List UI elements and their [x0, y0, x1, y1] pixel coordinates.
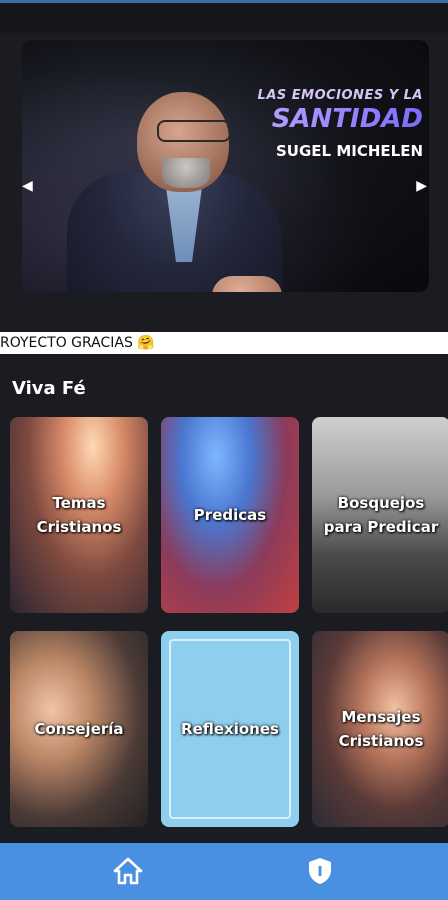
banner-title-line2: SANTIDAD — [271, 104, 423, 134]
shield-icon — [309, 858, 331, 884]
banner-speaker: SUGEL MICHELEN — [276, 142, 423, 160]
bottom-navigation — [0, 843, 448, 900]
tile-predicas[interactable]: Predicas — [161, 417, 299, 613]
speaker-photo-glasses — [157, 120, 231, 142]
banner-title-line1: LAS EMOCIONES Y LA — [257, 88, 423, 103]
nav-home-button[interactable] — [106, 851, 150, 891]
nav-shield-button[interactable] — [298, 851, 342, 891]
tile-label: Reflexiones — [181, 720, 279, 738]
home-icon — [113, 857, 143, 885]
tile-label: Bosquejos para Predicar — [323, 494, 439, 536]
tile-label: Mensajes Cristianos — [338, 708, 424, 750]
tile-label: Temas Cristianos — [36, 494, 122, 536]
tile-label: Predicas — [193, 506, 267, 524]
tile-mensajes-cristianos[interactable]: Mensajes Cristianos — [312, 631, 448, 827]
triangle-right-icon[interactable]: ▶ — [416, 178, 427, 194]
banner-carousel[interactable]: LAS EMOCIONES Y LA SANTIDAD SUGEL MICHEL… — [22, 40, 429, 292]
section-title: Viva Fé — [12, 378, 86, 399]
speaker-photo-beard — [162, 158, 210, 188]
triangle-left-icon[interactable]: ◀ — [22, 178, 33, 194]
tile-temas-cristianos[interactable]: Temas Cristianos — [10, 417, 148, 613]
marquee-text: ROYECTO GRACIAS 🤗 — [0, 332, 448, 354]
top-bar — [0, 3, 448, 33]
tile-reflexiones[interactable]: Reflexiones — [161, 631, 299, 827]
speaker-photo-hands — [212, 276, 282, 292]
tile-label: Consejería — [34, 720, 124, 738]
tile-consejeria[interactable]: Consejería — [10, 631, 148, 827]
tile-bosquejos-para-predicar[interactable]: Bosquejos para Predicar — [312, 417, 448, 613]
